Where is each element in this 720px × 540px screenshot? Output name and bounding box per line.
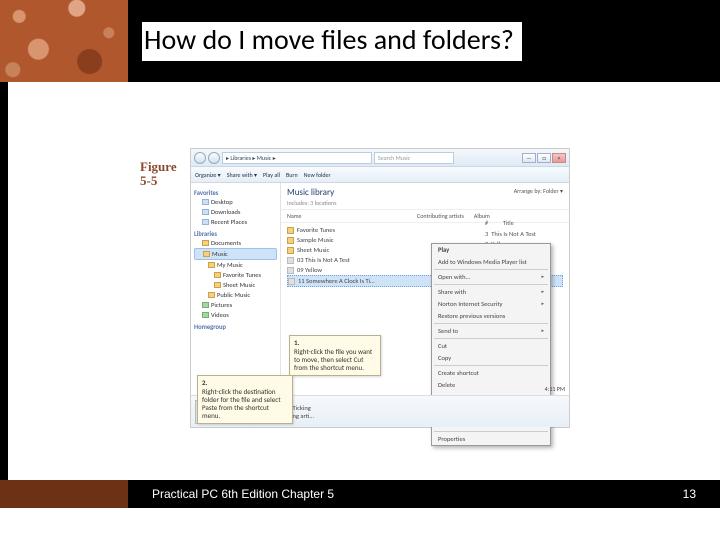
col-name: Name — [287, 212, 407, 220]
folder-icon — [208, 292, 215, 298]
minimize-button[interactable]: — — [522, 153, 536, 163]
playall-button[interactable]: Play all — [263, 171, 280, 179]
folder-icon — [203, 251, 210, 257]
figure-label: Figure 5-5 — [140, 160, 177, 189]
folder-icon — [202, 240, 209, 246]
ctx-cut[interactable]: Cut — [432, 340, 550, 352]
left-black-bar — [0, 82, 8, 480]
sidebar-item-music[interactable]: Music — [194, 248, 277, 260]
ctx-restore[interactable]: Restore previous versions — [432, 310, 550, 322]
sidebar-item-recent[interactable]: Recent Places — [194, 217, 277, 227]
close-button[interactable]: × — [552, 153, 566, 163]
sidebar-item-desktop[interactable]: Desktop — [194, 197, 277, 207]
col-artists: Contributing artists — [417, 212, 464, 220]
audio-icon — [288, 278, 295, 285]
decorative-pattern — [0, 0, 128, 82]
ctx-copy[interactable]: Copy — [432, 352, 550, 364]
organize-button[interactable]: Organize ▾ — [195, 171, 221, 179]
ctx-add-wmp[interactable]: Add to Windows Media Player list — [432, 256, 550, 268]
callout-2: 2.Right-click the destination folder for… — [197, 375, 293, 424]
sidebar-item-videos[interactable]: Videos — [194, 310, 277, 320]
ctx-send-to[interactable]: Send to — [432, 325, 550, 337]
folder-icon — [287, 227, 294, 234]
folder-icon — [287, 247, 294, 254]
callout-1: 1.Right-click the file you want to move,… — [289, 335, 381, 376]
sidebar-favorites-header: Favorites — [194, 189, 277, 197]
sidebar-item-pictures[interactable]: Pictures — [194, 300, 277, 310]
track-row: 3 This Is Not A Test — [485, 229, 565, 239]
ctx-properties[interactable]: Properties — [432, 433, 550, 445]
sidebar-item-favtunes[interactable]: Favorite Tunes — [194, 270, 277, 280]
ctx-open-with[interactable]: Open with… — [432, 271, 550, 283]
forward-button[interactable] — [208, 152, 220, 164]
folder-icon — [214, 282, 221, 288]
title-band: How do I move files and folders? — [128, 0, 720, 82]
ctx-play[interactable]: Play — [432, 244, 550, 256]
desktop-icon — [202, 199, 209, 205]
ctx-norton[interactable]: Norton Internet Security — [432, 298, 550, 310]
sidebar-libraries-header: Libraries — [194, 230, 277, 238]
col-title: Title — [503, 219, 514, 227]
folder-icon — [208, 262, 215, 268]
page-bottom-margin — [0, 508, 720, 540]
sidebar-item-sheetmusic[interactable]: Sheet Music — [194, 280, 277, 290]
window-buttons: — □ × — [522, 153, 566, 163]
page-number: 13 — [683, 487, 696, 501]
audio-icon — [287, 257, 294, 264]
audio-icon — [287, 267, 294, 274]
footer-band: Practical PC 6th Edition Chapter 5 13 — [0, 480, 720, 508]
ctx-share-with[interactable]: Share with — [432, 286, 550, 298]
library-header: Music library Includes: 3 locations Arra… — [281, 183, 569, 210]
search-input[interactable]: Search Music — [374, 152, 454, 164]
library-subtitle: Includes: 3 locations — [287, 199, 336, 207]
newfolder-button[interactable]: New folder — [304, 171, 331, 179]
col-num: # — [485, 219, 493, 227]
sidebar-item-documents[interactable]: Documents — [194, 238, 277, 248]
folder-icon — [214, 272, 221, 278]
sidebar-item-downloads[interactable]: Downloads — [194, 207, 277, 217]
back-button[interactable] — [194, 152, 206, 164]
breadcrumb[interactable]: ▸ Libraries ▸ Music ▸ — [222, 152, 372, 164]
sidebar: Favorites Desktop Downloads Recent Place… — [191, 183, 281, 397]
sharewith-button[interactable]: Share with ▾ — [227, 171, 257, 179]
explorer-window: ▸ Libraries ▸ Music ▸ Search Music — □ ×… — [190, 148, 570, 428]
burn-button[interactable]: Burn — [286, 171, 298, 179]
ctx-delete[interactable]: Delete — [432, 379, 550, 391]
footer-text: Practical PC 6th Edition Chapter 5 — [152, 487, 334, 501]
download-icon — [202, 209, 209, 215]
footer-accent — [0, 480, 128, 508]
arrange-by[interactable]: Arrange by: Folder ▾ — [514, 187, 563, 195]
slide-title: How do I move files and folders? — [142, 22, 522, 61]
taskbar-time: 4:11 PM — [545, 385, 565, 393]
videos-icon — [202, 312, 209, 318]
window-titlebar: ▸ Libraries ▸ Music ▸ Search Music — □ × — [191, 149, 569, 167]
nav-group: ▸ Libraries ▸ Music ▸ Search Music — [194, 152, 454, 164]
sidebar-item-publicmusic[interactable]: Public Music — [194, 290, 277, 300]
pictures-icon — [202, 302, 209, 308]
toolbar: Organize ▾ Share with ▾ Play all Burn Ne… — [191, 167, 569, 183]
maximize-button[interactable]: □ — [537, 153, 551, 163]
folder-icon — [287, 237, 294, 244]
sidebar-item-mymusic[interactable]: My Music — [194, 260, 277, 270]
sidebar-homegroup-header: Homegroup — [194, 323, 277, 331]
library-title: Music library — [287, 187, 336, 198]
ctx-create-shortcut[interactable]: Create shortcut — [432, 367, 550, 379]
recent-icon — [202, 219, 209, 225]
